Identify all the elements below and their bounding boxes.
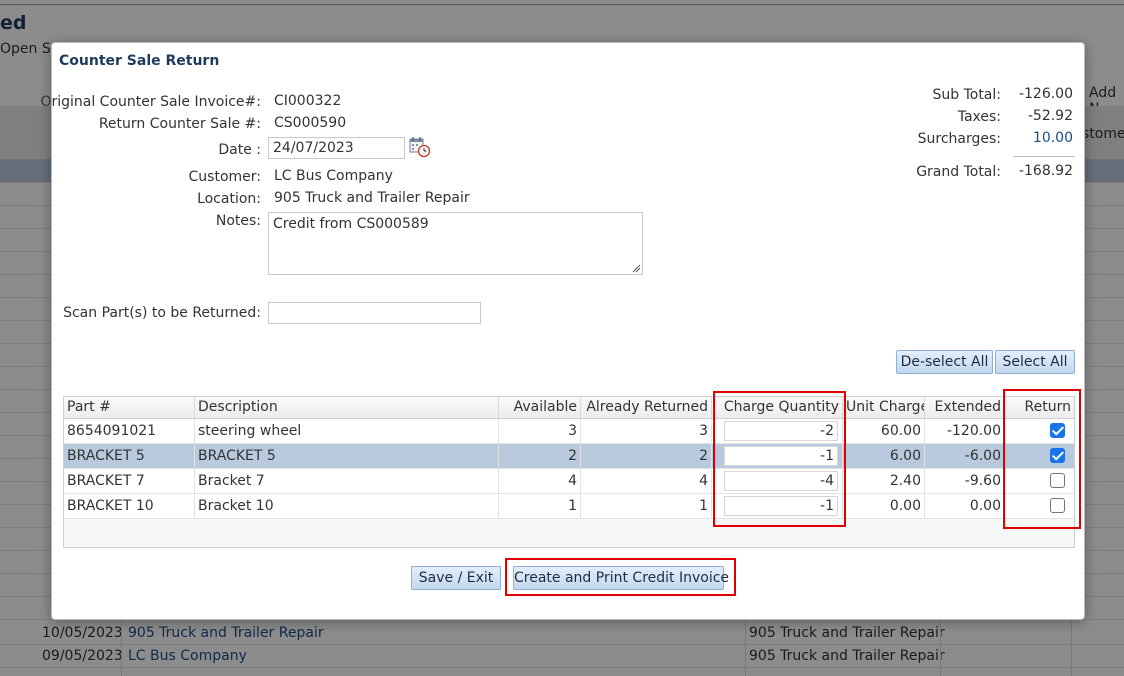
cell-part: BRACKET 7 (64, 469, 195, 494)
counter-sale-return-dialog: Counter Sale Return Original Counter Sal… (40, 42, 1085, 620)
return-column-highlight (1003, 389, 1081, 529)
taxes-value: -52.92 (1027, 108, 1073, 124)
scan-parts-label: Scan Part(s) to be Returned: (63, 305, 261, 321)
calendar-icon[interactable] (409, 136, 431, 158)
cell-description: Bracket 7 (195, 469, 499, 494)
cell-available: 2 (499, 444, 581, 469)
dialog-title: Counter Sale Return (59, 53, 220, 69)
cell-already-returned: 1 (581, 494, 712, 519)
cell-part: BRACKET 5 (64, 444, 195, 469)
date-label: Date : (218, 142, 261, 158)
cell-available: 3 (499, 419, 581, 444)
original-invoice-value: CI000322 (274, 93, 342, 109)
cell-part: BRACKET 10 (64, 494, 195, 519)
notes-label: Notes: (215, 213, 261, 229)
cell-available: 1 (499, 494, 581, 519)
return-items-grid: Part # Description Available Already Ret… (63, 396, 1075, 548)
table-row[interactable]: 8654091021 steering wheel 3 3 -2 60.00 -… (64, 419, 1074, 444)
grand-total-label: Grand Total: (916, 164, 1001, 180)
return-sale-label: Return Counter Sale #: (98, 116, 261, 132)
cell-description: Bracket 10 (195, 494, 499, 519)
customer-label: Customer: (188, 169, 261, 185)
original-invoice-label: Original Counter Sale Invoice#: (40, 94, 261, 110)
cell-extended: -120.00 (925, 419, 1005, 444)
cell-unit-charge: 0.00 (843, 494, 925, 519)
column-header-already-returned[interactable]: Already Returned (581, 397, 712, 419)
cell-already-returned: 4 (581, 469, 712, 494)
cell-already-returned: 3 (581, 419, 712, 444)
column-header-available[interactable]: Available (499, 397, 581, 419)
notes-textarea[interactable]: Credit from CS000589 (268, 212, 643, 275)
subtotal-label: Sub Total: (932, 87, 1001, 103)
save-exit-button[interactable]: Save / Exit (411, 566, 501, 590)
customer-value: LC Bus Company (274, 168, 393, 184)
notes-text: Credit from CS000589 (273, 216, 429, 232)
cell-extended: 0.00 (925, 494, 1005, 519)
table-row[interactable]: BRACKET 5 BRACKET 5 2 2 -1 6.00 -6.00 (64, 444, 1074, 469)
cell-part: 8654091021 (64, 419, 195, 444)
column-header-unit-charge[interactable]: Unit Charge (843, 397, 925, 419)
scan-parts-input[interactable] (268, 302, 481, 324)
cell-extended: -6.00 (925, 444, 1005, 469)
cell-unit-charge: 60.00 (843, 419, 925, 444)
surcharges-link[interactable]: 10.00 (1003, 130, 1073, 146)
surcharges-label: Surcharges: (917, 131, 1001, 147)
subtotal-value: -126.00 (1018, 86, 1073, 102)
charge-quantity-highlight (713, 391, 846, 527)
location-value: 905 Truck and Trailer Repair (274, 190, 470, 206)
taxes-label: Taxes: (957, 109, 1001, 125)
table-row[interactable]: BRACKET 10 Bracket 10 1 1 -1 0.00 0.00 (64, 494, 1074, 519)
cell-description: BRACKET 5 (195, 444, 499, 469)
date-input[interactable]: 24/07/2023 (268, 137, 405, 159)
deselect-all-button[interactable]: De-select All (896, 350, 993, 374)
grand-total-value: -168.92 (1018, 163, 1073, 179)
location-label: Location: (197, 191, 261, 207)
column-header-description[interactable]: Description (195, 397, 499, 419)
cell-unit-charge: 2.40 (843, 469, 925, 494)
cell-extended: -9.60 (925, 469, 1005, 494)
resize-grip-icon[interactable] (632, 264, 641, 273)
table-row[interactable]: BRACKET 7 Bracket 7 4 4 -4 2.40 -9.60 (64, 469, 1074, 494)
select-all-button[interactable]: Select All (995, 350, 1075, 374)
cell-already-returned: 2 (581, 444, 712, 469)
column-header-extended[interactable]: Extended (925, 397, 1005, 419)
create-print-button-highlight (505, 558, 736, 596)
column-header-part[interactable]: Part # (64, 397, 195, 419)
cell-description: steering wheel (195, 419, 499, 444)
return-sale-value: CS000590 (274, 115, 347, 131)
cell-available: 4 (499, 469, 581, 494)
totals-divider (1013, 156, 1075, 157)
cell-unit-charge: 6.00 (843, 444, 925, 469)
